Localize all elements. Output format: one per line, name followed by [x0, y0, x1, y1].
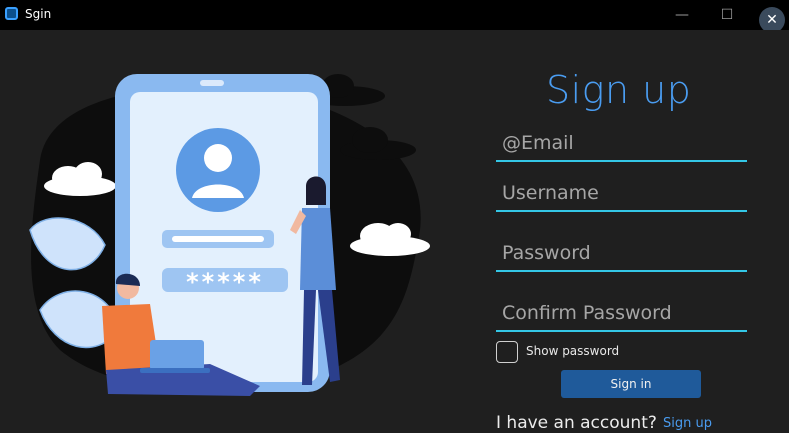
username-field: [496, 178, 747, 212]
laptop-icon: [150, 340, 204, 370]
window-title: Sgin: [25, 7, 52, 21]
signin-button[interactable]: Sign in: [561, 370, 701, 398]
maximize-button[interactable]: ☐: [716, 4, 738, 26]
email-field: [496, 128, 747, 162]
password-input[interactable]: [496, 238, 747, 268]
confirm-password-input[interactable]: [496, 298, 747, 328]
signup-illustration: *****: [29, 74, 430, 396]
minimize-button[interactable]: —: [671, 4, 693, 26]
signup-heading: Sign up: [546, 68, 692, 112]
email-input[interactable]: [496, 128, 747, 158]
show-password-label: Show password: [526, 344, 620, 358]
masked-password-text: *****: [186, 268, 264, 296]
show-password-checkbox[interactable]: [496, 341, 518, 363]
title-bar: Sgin — ☐ ✕: [0, 0, 789, 33]
app-icon: [5, 7, 18, 20]
window-body: ***** Sign up Show password: [0, 30, 789, 433]
password-field: [496, 238, 747, 272]
confirm-password-field: [496, 298, 747, 332]
account-prompt: I have an account?: [496, 413, 657, 433]
signup-link[interactable]: Sign up: [663, 416, 712, 431]
username-input[interactable]: [496, 178, 747, 208]
